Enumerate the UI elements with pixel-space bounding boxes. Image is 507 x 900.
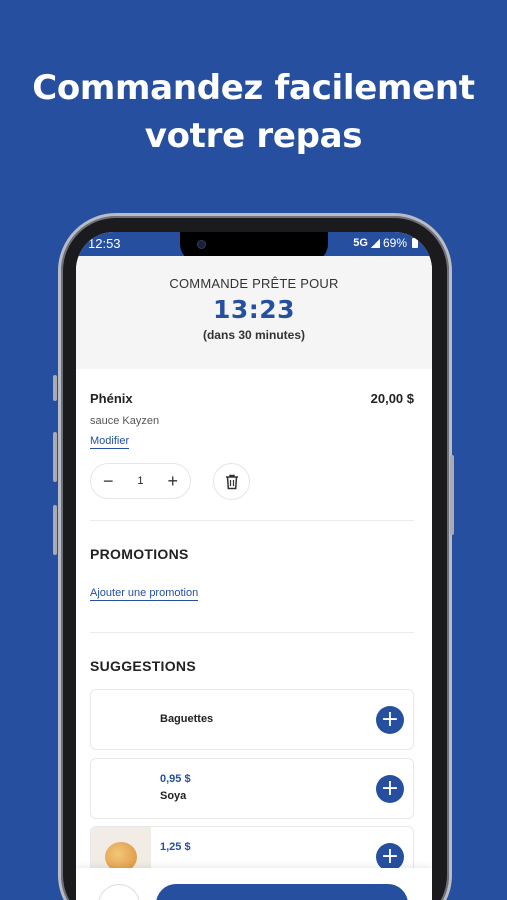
status-indicators: 5G 69% [353, 236, 418, 250]
phone-side-button [53, 375, 57, 401]
add-circle-icon[interactable]: + [376, 775, 404, 803]
phone-volume-down [53, 505, 57, 555]
quantity-value: 1 [137, 475, 144, 487]
suggestion-card[interactable]: 0,95 $ Soya + [90, 758, 414, 819]
phone-volume-up [53, 432, 57, 482]
suggestions-title: SUGGESTIONS [90, 658, 196, 674]
signal-icon [370, 238, 380, 248]
app-screen: 12:53 5G 69% COMMANDE PRÊTE POUR 13:23 (… [76, 232, 432, 900]
suggestion-price: 0,95 $ [160, 773, 191, 785]
cart-item-header: Phénix 20,00 $ [90, 391, 414, 406]
plus-icon[interactable]: + [167, 472, 178, 490]
promotions-title: PROMOTIONS [90, 546, 189, 562]
suggestion-price: 1,25 $ [160, 841, 191, 853]
checkout-button[interactable] [156, 884, 408, 900]
suggestion-name: Soya [160, 790, 187, 802]
promo-headline: Commandez facilement votre repas [0, 64, 507, 160]
headline-line-1: Commandez facilement [32, 68, 475, 108]
item-option: sauce Kayzen [90, 415, 160, 427]
pickup-label: COMMANDE PRÊTE POUR [169, 276, 339, 291]
headline-line-2: votre repas [144, 116, 363, 156]
pickup-delay: (dans 30 minutes) [202, 328, 306, 342]
add-promotion-link[interactable]: Ajouter une promotion [90, 587, 199, 601]
section-divider [90, 632, 414, 633]
quantity-stepper: − 1 + [90, 463, 191, 499]
bottom-action-bar [76, 868, 432, 900]
pickup-time[interactable]: 13:23 [76, 295, 432, 324]
section-divider [90, 520, 414, 521]
suggestion-name: Baguettes [160, 713, 214, 725]
battery-label: 69% [382, 236, 407, 250]
delete-item-button[interactable] [213, 463, 250, 500]
pickup-time-panel: COMMANDE PRÊTE POUR 13:23 (dans 30 minut… [76, 256, 432, 369]
battery-icon [412, 238, 418, 248]
status-time: 12:53 [88, 236, 121, 251]
add-circle-icon[interactable]: + [376, 843, 404, 871]
bottom-secondary-button[interactable] [98, 884, 140, 900]
item-name: Phénix [90, 391, 133, 406]
suggestion-card[interactable]: Baguettes + [90, 689, 414, 750]
network-label: 5G [353, 237, 368, 249]
camera-icon [197, 240, 206, 249]
modify-item-link[interactable]: Modifier [90, 435, 130, 449]
item-price: 20,00 $ [370, 391, 414, 406]
minus-icon[interactable]: − [103, 472, 114, 490]
trash-icon [225, 474, 238, 489]
add-circle-icon[interactable]: + [376, 706, 404, 734]
phone-power-button [450, 455, 454, 535]
